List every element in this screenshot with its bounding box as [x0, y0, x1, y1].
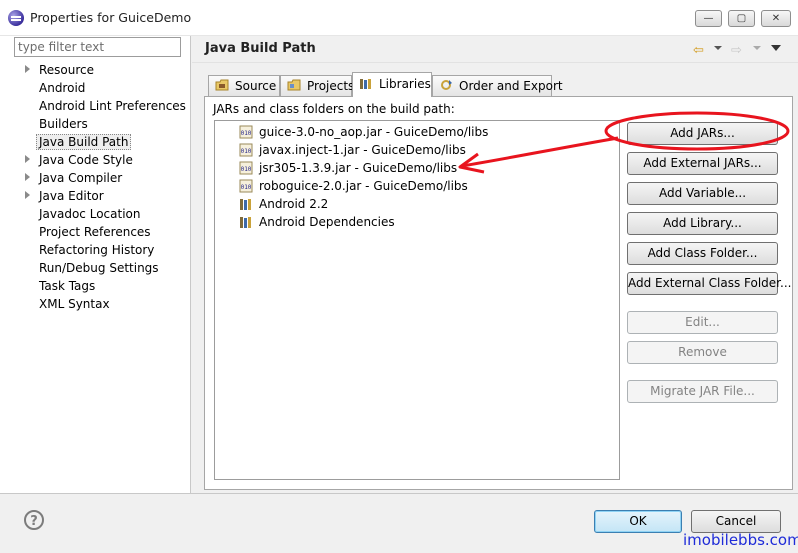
expand-arrow-icon[interactable]	[25, 65, 30, 73]
nav-item-label: Project References	[39, 225, 151, 239]
nav-item[interactable]: Java Compiler	[0, 170, 190, 188]
filter-input[interactable]	[14, 37, 181, 57]
library-list-item[interactable]: Android 2.2	[215, 195, 615, 213]
svg-text:010: 010	[241, 184, 252, 191]
build-path-library-list[interactable]: 010 guice-3.0-no_aop.jar - GuiceDemo/libs…	[214, 120, 620, 480]
add-external-jars-button[interactable]: Add External JARs...	[627, 152, 778, 175]
watermark-text: imobilebbs.com	[683, 531, 798, 549]
tab-projects-label: Projects	[307, 79, 355, 93]
nav-item[interactable]: Task Tags	[0, 278, 190, 296]
add-class-folder-button[interactable]: Add Class Folder...	[627, 242, 778, 265]
window-title: Properties for GuiceDemo	[30, 10, 192, 25]
library-item-label: guice-3.0-no_aop.jar - GuiceDemo/libs	[259, 125, 489, 139]
nav-item-label: Task Tags	[39, 279, 96, 293]
add-variable-button[interactable]: Add Variable...	[627, 182, 778, 205]
nav-item[interactable]: Android Lint Preferences	[0, 98, 190, 116]
add-external-class-folder-button[interactable]: Add External Class Folder...	[627, 272, 791, 295]
expand-arrow-icon[interactable]	[25, 173, 30, 181]
ok-button[interactable]: OK	[594, 510, 682, 533]
library-container-icon	[239, 215, 253, 229]
nav-item-label: XML Syntax	[39, 297, 110, 311]
library-container-icon	[239, 197, 253, 211]
nav-item[interactable]: Android	[0, 80, 190, 98]
nav-item-label: Android Lint Preferences	[39, 99, 186, 113]
build-path-caption: JARs and class folders on the build path…	[213, 102, 455, 116]
jar-icon: 010	[239, 125, 253, 139]
library-list-item[interactable]: 010 jsr305-1.3.9.jar - GuiceDemo/libs	[215, 159, 615, 177]
forward-arrow-icon[interactable]: ⇨	[731, 43, 742, 58]
close-button[interactable]: ✕	[761, 10, 791, 27]
library-list-item[interactable]: Android Dependencies	[215, 213, 615, 231]
nav-item[interactable]: XML Syntax	[0, 296, 190, 314]
nav-item[interactable]: Refactoring History	[0, 242, 190, 260]
tab-source[interactable]: Source	[208, 75, 280, 96]
tab-libraries[interactable]: Libraries	[352, 72, 432, 97]
jar-icon: 010	[239, 143, 253, 157]
library-list-item[interactable]: 010 javax.inject-1.jar - GuiceDemo/libs	[215, 141, 615, 159]
forward-menu-dropdown-icon[interactable]	[753, 46, 761, 50]
expand-arrow-icon[interactable]	[25, 191, 30, 199]
nav-item-label: Java Editor	[39, 189, 104, 203]
nav-item-label: Builders	[39, 117, 88, 131]
nav-item[interactable]: Java Code Style	[0, 152, 190, 170]
nav-item-label: Java Build Path	[36, 134, 132, 150]
nav-item-label: Android	[39, 81, 86, 95]
tab-projects[interactable]: Projects	[280, 75, 355, 96]
nav-item[interactable]: Javadoc Location	[0, 206, 190, 224]
minimize-button[interactable]: —	[695, 10, 722, 27]
nav-item[interactable]: Run/Debug Settings	[0, 260, 190, 278]
svg-text:010: 010	[241, 166, 252, 173]
add-library-button[interactable]: Add Library...	[627, 212, 778, 235]
nav-item-label: Java Compiler	[39, 171, 123, 185]
library-list-item[interactable]: 010 roboguice-2.0.jar - GuiceDemo/libs	[215, 177, 615, 195]
nav-item-label: Refactoring History	[39, 243, 155, 257]
library-item-label: roboguice-2.0.jar - GuiceDemo/libs	[259, 179, 468, 193]
back-menu-dropdown-icon[interactable]	[714, 46, 722, 50]
tab-order-and-export-label: Order and Export	[459, 79, 563, 93]
jar-icon: 010	[239, 179, 253, 193]
page-title: Java Build Path	[205, 41, 316, 56]
help-icon[interactable]: ?	[24, 510, 44, 530]
nav-item[interactable]: Java Build Path	[0, 134, 190, 152]
nav-item-label: Javadoc Location	[39, 207, 141, 221]
order-export-icon	[441, 80, 452, 90]
remove-button[interactable]: Remove	[627, 341, 778, 364]
nav-item[interactable]: Resource	[0, 62, 190, 80]
libraries-icon	[360, 79, 371, 89]
library-item-label: Android Dependencies	[259, 215, 395, 229]
nav-item[interactable]: Project References	[0, 224, 190, 242]
view-menu-icon[interactable]	[771, 45, 781, 51]
back-arrow-icon[interactable]: ⇦	[693, 43, 704, 58]
nav-item[interactable]: Builders	[0, 116, 190, 134]
library-item-label: javax.inject-1.jar - GuiceDemo/libs	[259, 143, 466, 157]
edit-button[interactable]: Edit...	[627, 311, 778, 334]
maximize-button[interactable]: ▢	[728, 10, 755, 27]
tab-order-and-export[interactable]: Order and Export	[432, 75, 563, 96]
library-list-item[interactable]: 010 guice-3.0-no_aop.jar - GuiceDemo/libs	[215, 123, 615, 141]
source-folder-icon	[215, 79, 229, 91]
nav-item-label: Run/Debug Settings	[39, 261, 159, 275]
jar-icon: 010	[239, 161, 253, 175]
expand-arrow-icon[interactable]	[25, 155, 30, 163]
migrate-jar-button[interactable]: Migrate JAR File...	[627, 380, 778, 403]
projects-icon	[287, 79, 301, 91]
eclipse-app-icon	[8, 10, 24, 26]
library-item-label: jsr305-1.3.9.jar - GuiceDemo/libs	[259, 161, 458, 175]
footer-divider	[0, 493, 798, 494]
header-divider	[192, 62, 798, 63]
nav-item[interactable]: Java Editor	[0, 188, 190, 206]
tab-libraries-label: Libraries	[379, 77, 431, 91]
svg-text:010: 010	[241, 148, 252, 155]
tab-source-label: Source	[235, 79, 277, 93]
add-jars-button[interactable]: Add JARs...	[627, 122, 778, 145]
nav-item-label: Resource	[39, 63, 95, 77]
cancel-button[interactable]: Cancel	[691, 510, 781, 533]
nav-item-label: Java Code Style	[39, 153, 133, 167]
svg-text:010: 010	[241, 130, 252, 137]
library-item-label: Android 2.2	[259, 197, 329, 211]
